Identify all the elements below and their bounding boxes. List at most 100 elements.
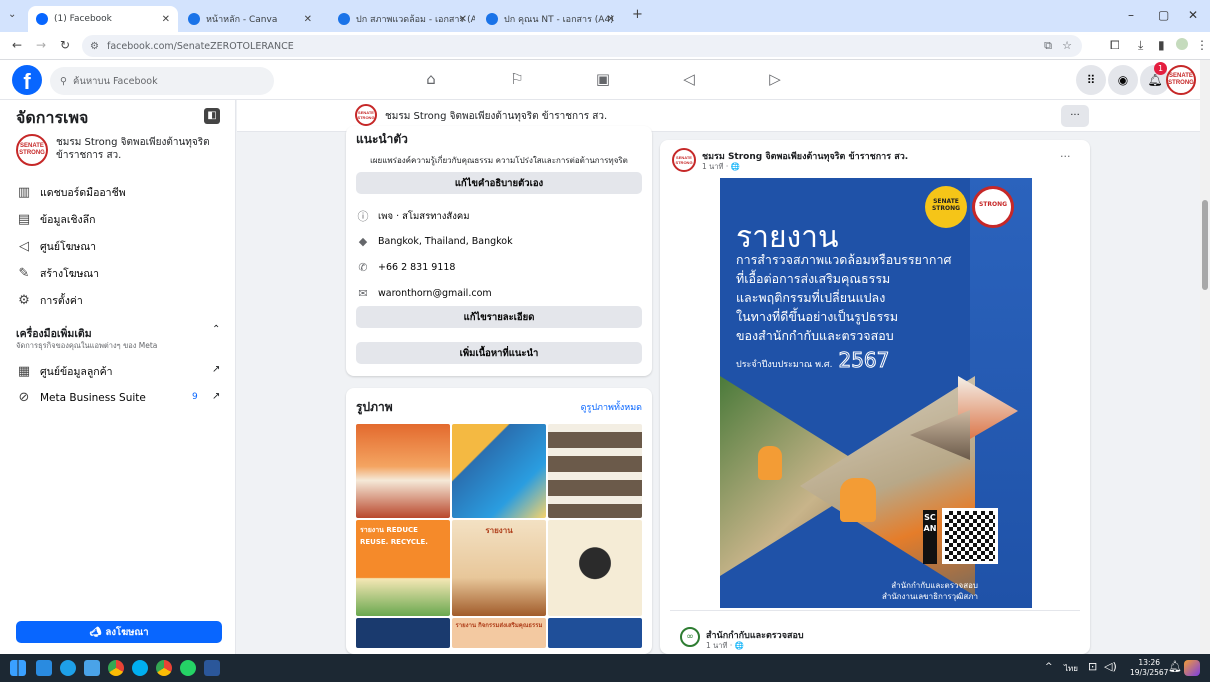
tools-subtitle: จัดการธุรกิจของคุณในแอพต่างๆ ของ Meta xyxy=(16,341,158,350)
next-post-time[interactable]: 1 นาที · 🌐 xyxy=(706,640,744,652)
photo-thumbnail[interactable] xyxy=(548,520,642,616)
post-time[interactable]: 1 นาที · 🌐 xyxy=(702,161,740,173)
home-icon[interactable]: ⌂ xyxy=(420,70,442,88)
notification-icon[interactable]: 🔔︎ xyxy=(1168,660,1182,673)
sidebar-item-ad-center[interactable]: ◁ ศูนย์โฆษณา xyxy=(16,238,96,255)
network-icon[interactable]: ⊡ xyxy=(1088,660,1097,673)
word-icon[interactable] xyxy=(204,660,220,676)
forward-icon[interactable]: → xyxy=(36,38,46,52)
page-phone: ✆ +66 2 831 9118 xyxy=(356,261,455,274)
new-tab-button[interactable]: + xyxy=(632,7,643,22)
photo-thumbnail[interactable] xyxy=(356,618,450,648)
meta-suite-icon: ⊘ xyxy=(18,390,30,405)
file-explorer-icon[interactable] xyxy=(36,660,52,676)
page-category: ⓘ เพจ · สโมสรทางสังคม xyxy=(357,210,470,223)
chrome-menu-icon[interactable]: ⋮ xyxy=(1196,38,1208,52)
page-avatar[interactable]: SENATE STRONG xyxy=(355,104,377,126)
maximize-button[interactable]: ▢ xyxy=(1158,8,1169,22)
account-avatar[interactable]: SENATE STRONG xyxy=(1166,65,1196,95)
messenger-icon[interactable]: ◉ xyxy=(1108,65,1138,95)
tab-doc-1[interactable]: ปก สภาพแวดล้อม - เอกสาร (A4) ✕ xyxy=(330,6,475,32)
external-link-icon[interactable]: ↗ xyxy=(212,391,220,402)
page-more-button[interactable]: ··· xyxy=(1061,105,1089,127)
sidebar-item-create-ad[interactable]: ✎ สร้างโฆษณา xyxy=(16,265,100,282)
see-all-photos-link[interactable]: ดูรูปภาพทั้งหมด xyxy=(581,400,642,414)
copilot-icon[interactable] xyxy=(1184,660,1200,676)
chrome-icon[interactable] xyxy=(156,660,172,676)
next-post-avatar[interactable]: ∞ xyxy=(680,627,700,647)
page-avatar[interactable]: SENATE STRONG xyxy=(16,134,48,166)
sidebar-item-settings[interactable]: ⚙ การตั้งค่า xyxy=(16,292,83,309)
back-icon[interactable]: ← xyxy=(12,38,22,52)
close-window-button[interactable]: ✕ xyxy=(1188,8,1198,22)
collapse-sidebar-icon[interactable]: ◧ xyxy=(204,108,220,124)
volume-icon[interactable]: ◁) xyxy=(1104,660,1117,673)
close-tab-icon[interactable]: ✕ xyxy=(162,14,170,25)
external-link-icon[interactable]: ↗ xyxy=(212,364,220,375)
photo-thumbnail[interactable]: รายงาน xyxy=(452,520,546,616)
close-tab-icon[interactable]: ✕ xyxy=(459,14,467,25)
app-icon[interactable] xyxy=(132,660,148,676)
post-more-button[interactable]: ··· xyxy=(1060,150,1071,163)
extensions-icon[interactable]: ⧠ xyxy=(1110,38,1120,53)
tray-chevron-icon[interactable]: ^ xyxy=(1045,662,1053,672)
close-tab-icon[interactable]: ✕ xyxy=(304,14,312,25)
scrollbar-thumb[interactable] xyxy=(1202,200,1208,290)
facebook-search-input[interactable]: ⚲ ค้นหาบน Facebook xyxy=(50,67,274,95)
edit-bio-button[interactable]: แก้ไขคำอธิบายตัวเอง xyxy=(356,172,642,194)
globe-favicon-icon xyxy=(338,13,350,25)
clock[interactable]: 13:26 19/3/2567 xyxy=(1130,658,1168,678)
edge-icon[interactable] xyxy=(60,660,76,676)
chrome-icon[interactable] xyxy=(108,660,124,676)
store-icon[interactable] xyxy=(84,660,100,676)
facebook-logo[interactable]: f xyxy=(12,65,42,95)
post-image[interactable]: SENATE STRONG STRONG รายงาน การสำรวจสภาพ… xyxy=(720,178,1032,608)
line-icon[interactable] xyxy=(180,660,196,676)
sidebar-item-insights[interactable]: ▤ ข้อมูลเชิงลึก xyxy=(16,211,96,228)
chevron-up-icon[interactable]: ⌃ xyxy=(212,324,220,335)
profile-avatar[interactable] xyxy=(1176,38,1188,50)
language-indicator[interactable]: ไทย xyxy=(1064,662,1078,675)
windows-start-icon[interactable] xyxy=(10,660,26,676)
megaphone-icon[interactable]: ◁ xyxy=(678,70,700,88)
site-info-icon[interactable]: ⚙ xyxy=(90,41,99,52)
video-icon[interactable]: ▷ xyxy=(764,70,786,88)
sidebar-item-customer-center[interactable]: ▦ ศูนย์ข้อมูลลูกค้า xyxy=(16,363,113,380)
sidebar-item-meta-business-suite[interactable]: ⊘ Meta Business Suite xyxy=(16,390,146,405)
tab-search-icon[interactable]: ⌄ xyxy=(8,9,16,20)
post-card: SENATE STRONG ชมรม Strong จิตพอเพียงต้านท… xyxy=(660,140,1090,654)
sidepanel-icon[interactable]: ▮ xyxy=(1158,38,1165,52)
minimize-button[interactable]: – xyxy=(1128,8,1134,22)
facebook-header: f ⚲ ค้นหาบน Facebook ⌂ ⚐ ▣ ◁ ▷ ⠿ ◉ 🔔︎ 1 … xyxy=(0,60,1200,100)
translate-icon[interactable]: ⧉ xyxy=(1044,39,1052,53)
post-author-avatar[interactable]: SENATE STRONG xyxy=(672,148,696,172)
download-icon[interactable]: ⤓ xyxy=(1138,38,1143,53)
reload-icon[interactable]: ↻ xyxy=(60,38,70,52)
add-featured-button[interactable]: เพิ่มเนื้อหาที่แนะนำ xyxy=(356,342,642,364)
pages-icon[interactable]: ▣ xyxy=(592,70,614,88)
intro-card: แนะนำตัว เผยแพร่องค์ความรู้เกี่ยวกับคุณธ… xyxy=(346,126,652,376)
grid-menu-icon[interactable]: ⠿ xyxy=(1076,65,1106,95)
photo-thumbnail[interactable]: รายงาน REDUCE REUSE. RECYCLE. xyxy=(356,520,450,616)
photo-thumbnail[interactable] xyxy=(548,424,642,518)
photo-thumbnail[interactable] xyxy=(548,618,642,648)
flag-icon[interactable]: ⚐ xyxy=(506,70,528,88)
photo-thumbnail[interactable] xyxy=(452,424,546,518)
sidebar-page-name[interactable]: ชมรม Strong จิตพอเพียงต้านทุจริต ข้าราชก… xyxy=(56,136,210,162)
photo-thumbnail[interactable]: รายงาน กิจกรรมส่งเสริมคุณธรรม xyxy=(452,618,546,648)
edit-details-button[interactable]: แก้ไขรายละเอียด xyxy=(356,306,642,328)
dashboard-icon: ▥ xyxy=(17,185,31,200)
url-input[interactable]: ⚙ facebook.com/SenateZEROTOLERANCE ⧉ ☆ xyxy=(82,35,1082,57)
promote-button[interactable]: 📣︎ ลงโฆษณา xyxy=(16,621,222,643)
tab-canva[interactable]: หน้าหลัก - Canva ✕ xyxy=(180,6,320,32)
page-scrollbar[interactable] xyxy=(1200,60,1210,654)
sidebar-item-dashboard[interactable]: ▥ แดชบอร์ดมืออาชีพ xyxy=(16,184,126,201)
photo-thumbnail[interactable] xyxy=(356,424,450,518)
tab-label: หน้าหลัก - Canva xyxy=(206,15,278,25)
photos-card: รูปภาพ ดูรูปภาพทั้งหมด รายงาน REDUCE REU… xyxy=(346,388,652,654)
tab-doc-2[interactable]: ปก คุณน NT - เอกสาร (A4) ✕ xyxy=(478,6,623,32)
tab-facebook[interactable]: (1) Facebook ✕ xyxy=(28,6,178,32)
close-tab-icon[interactable]: ✕ xyxy=(607,14,615,25)
senate-strong-logo: SENATE STRONG xyxy=(925,186,967,228)
bookmark-star-icon[interactable]: ☆ xyxy=(1062,39,1072,52)
